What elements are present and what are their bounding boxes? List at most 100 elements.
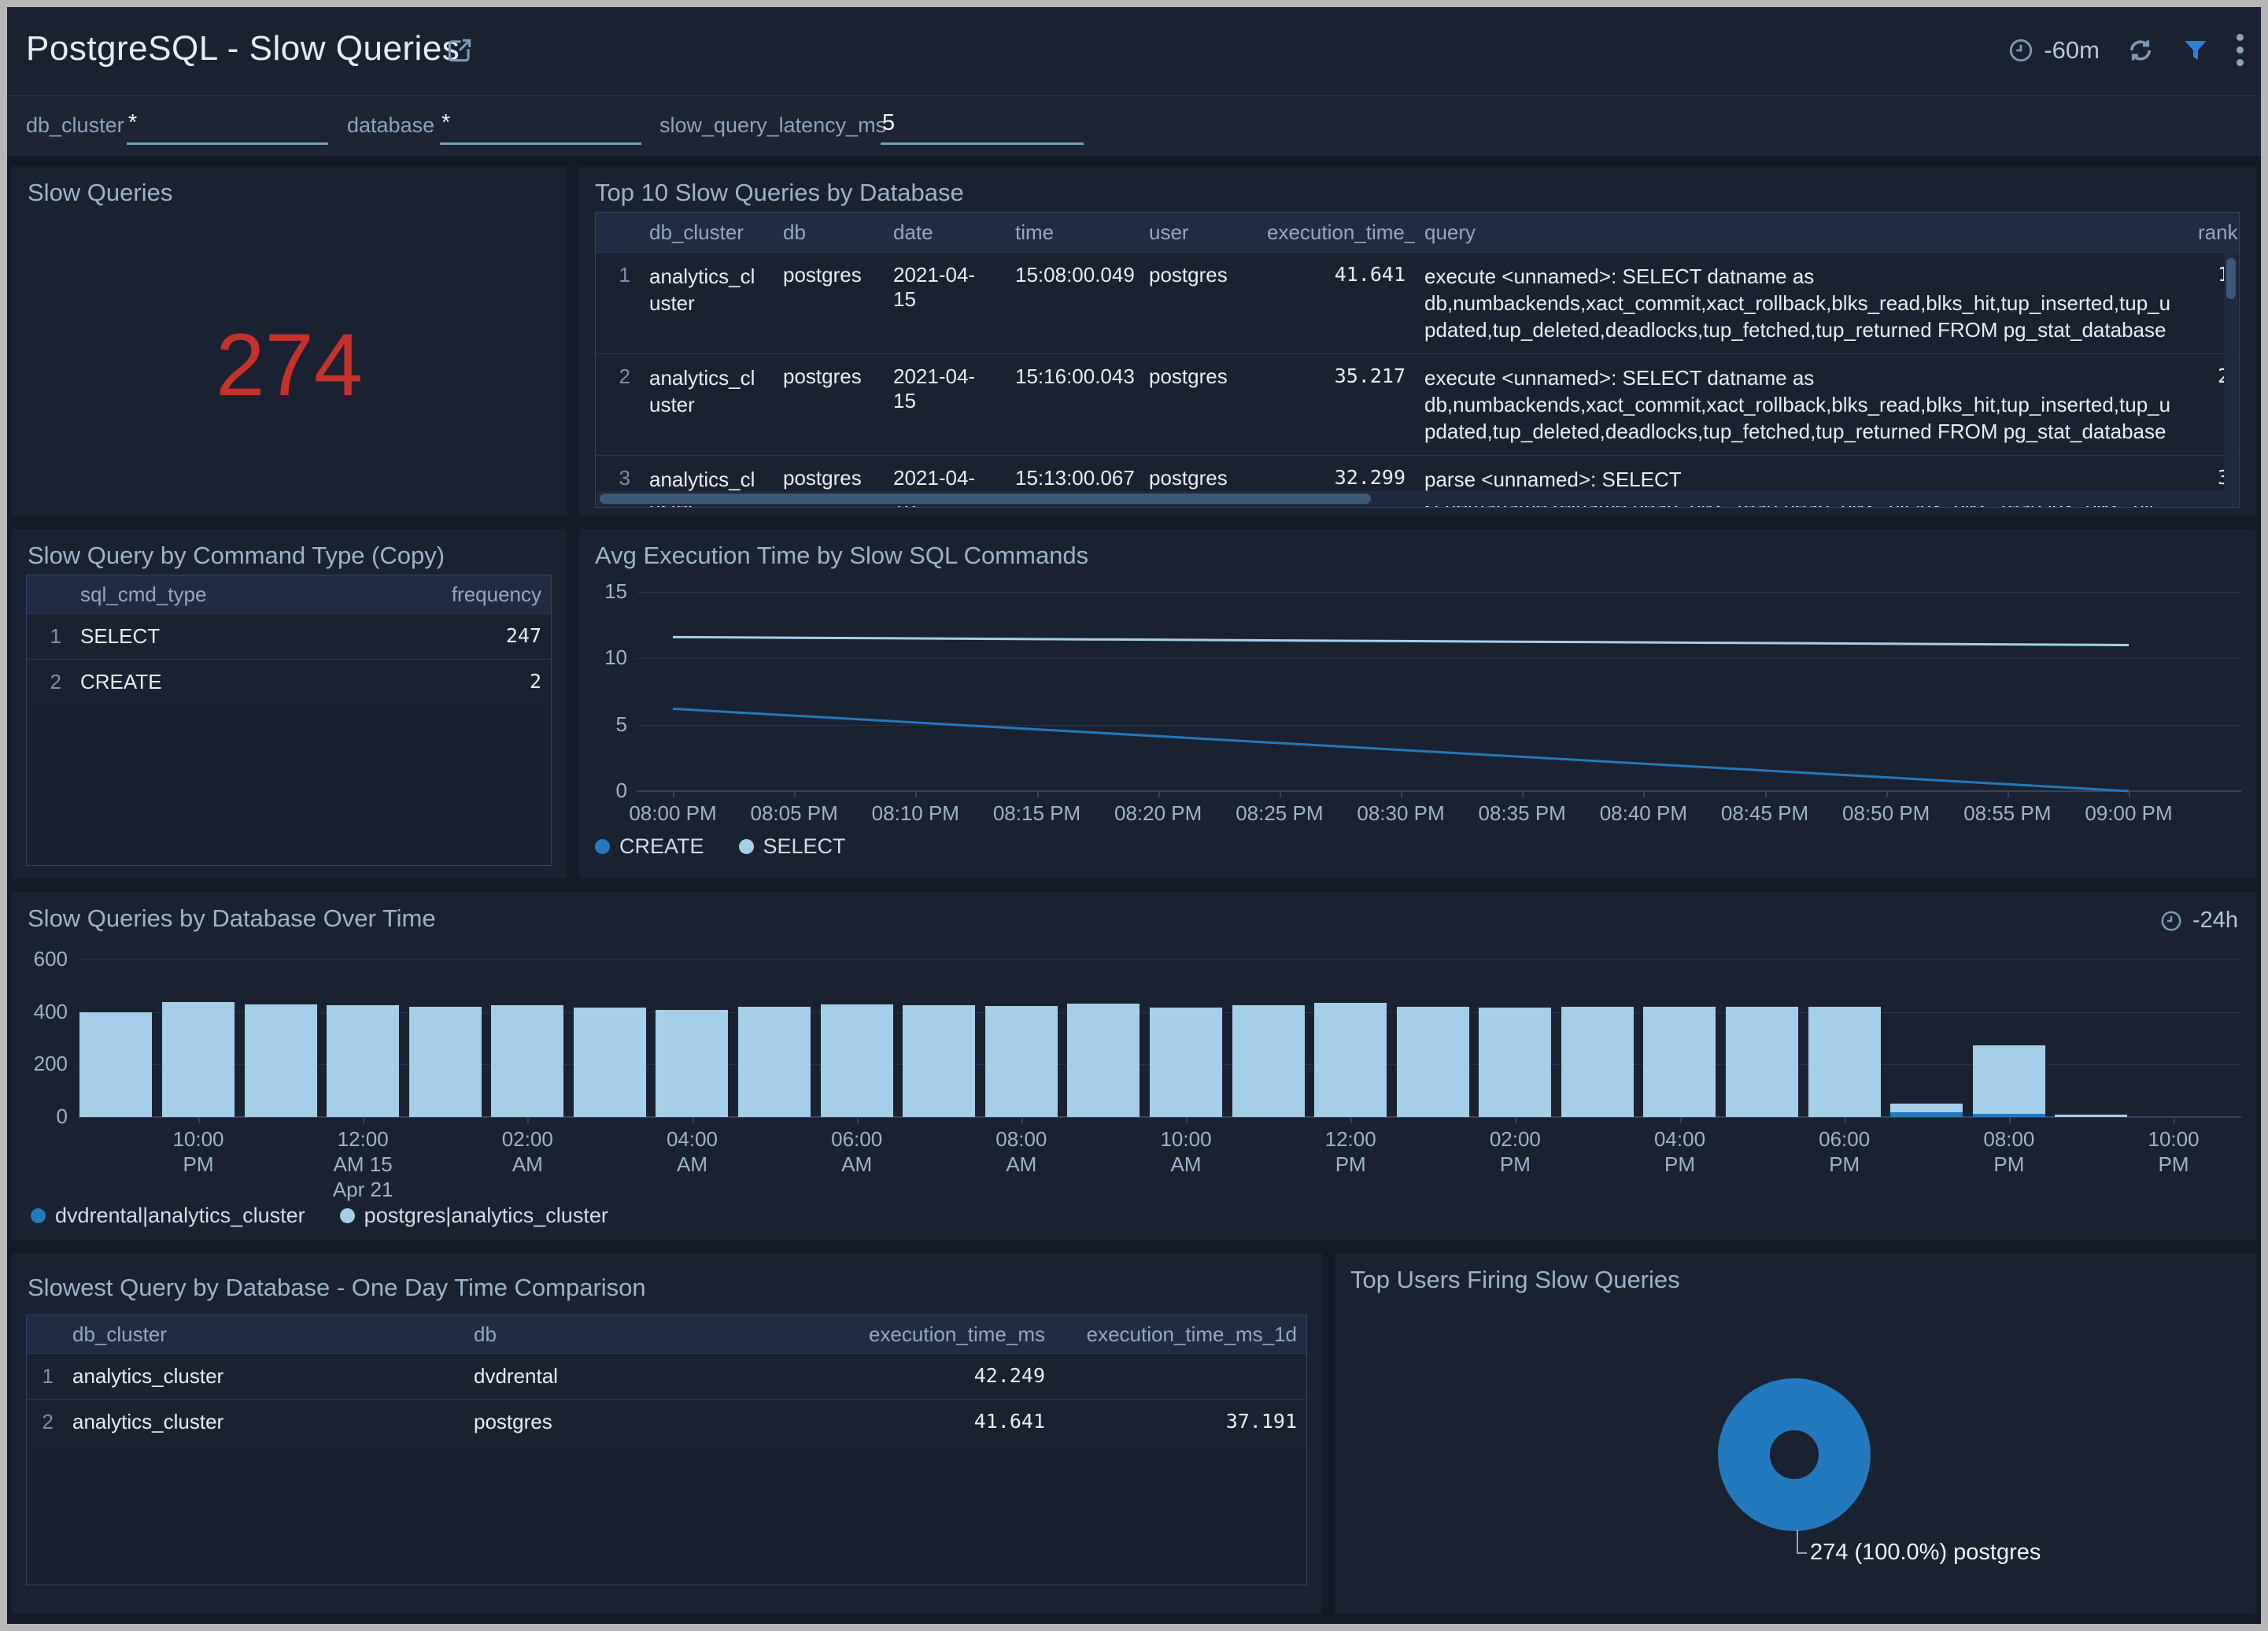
panel-avg-execution-time: Avg Execution Time by Slow SQL Commands …	[579, 529, 2255, 878]
table-row[interactable]: 1analytics_clusterpostgres2021-04-1515:0…	[596, 252, 2239, 353]
top10-table: db_clusterdbdatetimeuserexecution_time_m…	[595, 212, 2240, 508]
global-time-range[interactable]: -60m	[2008, 36, 2100, 65]
legend-item[interactable]: CREATE	[595, 834, 704, 859]
bar-segment-postgres[interactable]	[1067, 1004, 1140, 1117]
table-row[interactable]: 2CREATE2	[27, 659, 551, 705]
slow-queries-value: 274	[12, 314, 567, 416]
slowest-query-table: db_clusterdbexecution_time_msexecution_t…	[26, 1315, 1307, 1585]
database-input[interactable]: *	[440, 105, 641, 145]
series-color-dot	[340, 1208, 355, 1223]
x-axis-tick	[857, 1117, 859, 1123]
panel-command-type: Slow Query by Command Type (Copy) sql_cm…	[12, 529, 567, 878]
row-index: 2	[596, 354, 640, 455]
chart-legend: CREATE SELECT	[595, 834, 846, 859]
time-range-label: -60m	[2044, 36, 2100, 65]
cell-execution-time-1d: 37.191	[1055, 1400, 1306, 1444]
refresh-icon[interactable]	[2126, 36, 2155, 65]
bar-segment-postgres[interactable]	[79, 1012, 152, 1117]
bar-segment-postgres[interactable]	[162, 1002, 235, 1117]
bar-segment-postgres[interactable]	[2055, 1115, 2127, 1117]
vertical-scrollbar[interactable]	[2224, 252, 2238, 506]
panel-slow-queries-count: Slow Queries 274	[12, 166, 567, 516]
bar-segment-postgres[interactable]	[1561, 1007, 1634, 1117]
x-axis-tick-label: 02:00 AM	[464, 1126, 590, 1177]
y-axis-tick-label: 600	[28, 947, 68, 971]
col-sql-cmd-type: sql_cmd_type	[71, 575, 425, 616]
bar-segment-dvdrental[interactable]	[1890, 1112, 1963, 1117]
y-axis-tick-label: 0	[28, 1104, 68, 1129]
bar-segment-postgres[interactable]	[491, 1005, 563, 1117]
latency-input[interactable]: 5	[881, 105, 1084, 145]
bar-segment-postgres[interactable]	[985, 1006, 1058, 1117]
cell-db: postgres	[464, 1400, 826, 1444]
bar-segment-postgres[interactable]	[1232, 1005, 1305, 1117]
row-index: 1	[596, 253, 640, 353]
line-chart: 05101508:00 PM08:05 PM08:10 PM08:15 PM08…	[579, 529, 2255, 878]
filter-icon[interactable]	[2181, 36, 2210, 65]
kebab-menu-icon[interactable]	[2237, 34, 2244, 66]
bar-segment-postgres[interactable]	[409, 1007, 482, 1117]
x-axis-tick	[2009, 1117, 2011, 1123]
table-row[interactable]: 2analytics_clusterpostgres2021-04-1515:1…	[596, 353, 2239, 455]
export-icon[interactable]	[445, 35, 475, 65]
cell-time: 15:16:00.043	[1006, 354, 1140, 455]
x-axis-tick-label: 04:00 AM	[630, 1126, 755, 1177]
db-cluster-input[interactable]: *	[127, 105, 328, 145]
bar-segment-postgres[interactable]	[1808, 1007, 1881, 1117]
table-row[interactable]: 1SELECT247	[27, 613, 551, 659]
col-index	[27, 586, 71, 603]
bar-segment-postgres[interactable]	[245, 1004, 317, 1117]
legend-item[interactable]: dvdrental|analytics_cluster	[31, 1204, 305, 1228]
bar-segment-postgres[interactable]	[574, 1008, 646, 1117]
filter-slow-query-latency: slow_query_latency_ms 5	[659, 96, 1100, 156]
bar-segment-postgres[interactable]	[327, 1005, 399, 1117]
table-header-row: db_clusterdbexecution_time_msexecution_t…	[27, 1315, 1306, 1353]
bar-segment-postgres[interactable]	[821, 1004, 893, 1117]
horizontal-scrollbar[interactable]	[597, 491, 2224, 506]
panel-top-users: Top Users Firing Slow Queries 274 (100.0…	[1335, 1253, 2255, 1614]
col-index	[596, 224, 640, 241]
cell-date: 2021-04-15	[884, 354, 1006, 455]
bar-segment-postgres[interactable]	[1397, 1007, 1469, 1117]
bar-segment-dvdrental[interactable]	[1973, 1114, 2045, 1117]
bar-segment-postgres[interactable]	[1890, 1104, 1963, 1112]
bar-segment-postgres[interactable]	[1150, 1008, 1222, 1117]
panel-queries-over-time: Slow Queries by Database Over Time -24h …	[12, 892, 2255, 1241]
clock-icon	[2008, 37, 2034, 64]
cell-frequency: 2	[425, 660, 551, 705]
header-controls: -60m	[2008, 34, 2244, 66]
bar-segment-postgres[interactable]	[738, 1007, 811, 1117]
table-body: 1analytics_clusterdvdrental42.2492analyt…	[27, 1353, 1306, 1444]
scrollbar-thumb[interactable]	[600, 494, 1371, 504]
cell-sql-cmd-type: SELECT	[71, 614, 425, 659]
filter-bar: db_cluster * database * slow_query_laten…	[7, 95, 2261, 156]
cell-execution-time-1d	[1055, 1354, 1306, 1399]
bar-segment-postgres[interactable]	[1726, 1007, 1798, 1117]
x-axis-tick-label: 12:00 PM	[1287, 1126, 1413, 1177]
donut-slice-postgres[interactable]	[1744, 1404, 1845, 1505]
table-row[interactable]: 2analytics_clusterpostgres41.64137.191	[27, 1399, 1306, 1444]
x-axis-tick	[1845, 1117, 1846, 1123]
panel-title: Slow Queries	[28, 179, 172, 207]
table-row[interactable]: 1analytics_clusterdvdrental42.249	[27, 1353, 1306, 1399]
x-axis-tick-label: 06:00 PM	[1782, 1126, 1908, 1177]
legend-item[interactable]: postgres|analytics_cluster	[340, 1204, 608, 1228]
cell-date: 2021-04-15	[884, 253, 1006, 353]
series-color-dot	[739, 839, 754, 854]
bar-segment-postgres[interactable]	[1643, 1007, 1716, 1117]
dashboard-header: PostgreSQL - Slow Queries -60m	[7, 7, 2261, 95]
series-line-select	[673, 637, 2129, 645]
cell-frequency: 247	[425, 614, 551, 659]
scrollbar-thumb[interactable]	[2226, 258, 2236, 299]
cell-db-cluster: analytics_cluster	[63, 1354, 464, 1399]
bar-segment-postgres[interactable]	[656, 1010, 728, 1117]
bar-segment-postgres[interactable]	[903, 1005, 975, 1117]
panel-title: Slow Query by Command Type (Copy)	[28, 542, 445, 570]
bar-segment-postgres[interactable]	[1973, 1045, 2045, 1114]
bar-segment-postgres[interactable]	[1314, 1003, 1387, 1117]
bar-segment-postgres[interactable]	[1479, 1008, 1551, 1117]
x-axis-tick	[363, 1117, 364, 1123]
donut-chart[interactable]	[1335, 1253, 2255, 1614]
legend-item[interactable]: SELECT	[739, 834, 846, 859]
row-index: 1	[27, 1354, 63, 1399]
